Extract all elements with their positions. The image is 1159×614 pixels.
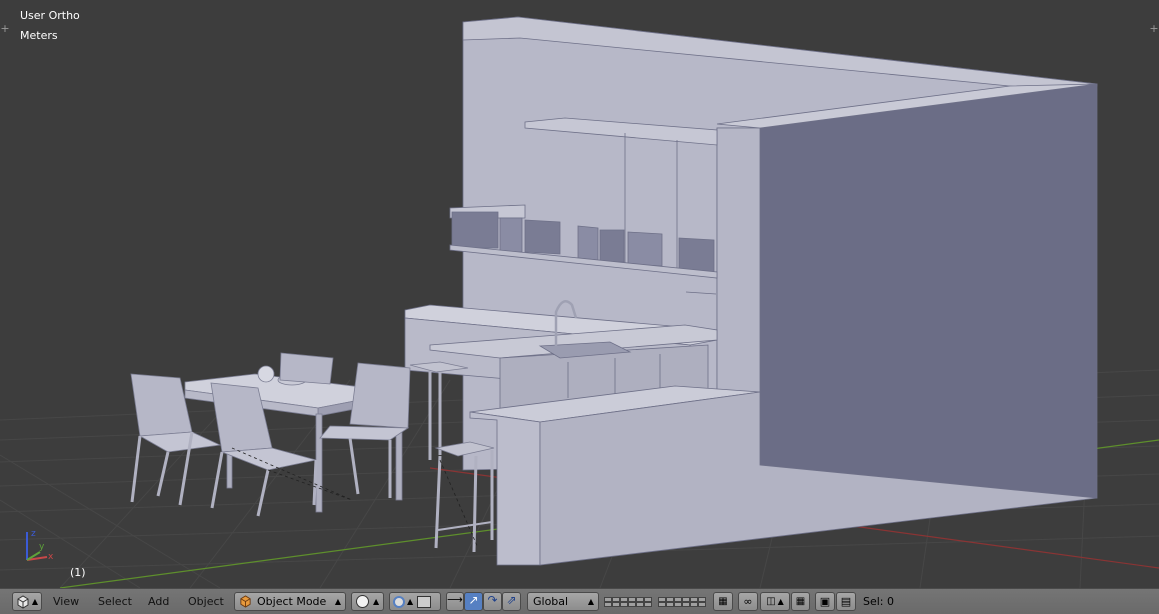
units-label: Meters: [20, 29, 58, 42]
editor-type-selector[interactable]: ▲︎: [12, 592, 42, 611]
orientation-label: Global: [533, 595, 569, 608]
properties-toggle-icon[interactable]: +: [1149, 22, 1159, 36]
camera-icon: ▣: [819, 595, 831, 608]
3d-view-header: ▲︎ View Select Add Object Object Mode ▲︎…: [0, 588, 1159, 614]
proportional-editing-button[interactable]: ∞: [738, 592, 758, 611]
layer-grid[interactable]: [658, 596, 708, 607]
teapot: [257, 365, 275, 383]
snap-target-icon: ▦: [795, 596, 806, 607]
chevron-updown-icon: ▲︎: [31, 597, 39, 606]
3d-viewport[interactable]: User Ortho Meters (1) z x y + +: [0, 0, 1159, 588]
chevron-updown-icon: ▲︎: [407, 597, 414, 606]
pivot-point-selector[interactable]: ▲︎: [389, 592, 441, 611]
manipulator-toggle-icon[interactable]: ⟶: [446, 592, 464, 611]
gizmo-y-label: y: [39, 542, 45, 552]
render-animation-button[interactable]: ▤: [836, 592, 856, 611]
menu-add[interactable]: Add: [148, 592, 169, 611]
orange-cube-icon: [240, 595, 251, 608]
chevron-updown-icon: ▲︎: [334, 597, 341, 606]
view-name-label: User Ortho: [20, 9, 80, 22]
frame-number-label: (1): [70, 566, 86, 579]
lock-camera-button[interactable]: ▦: [713, 592, 733, 611]
rotate-arc-icon[interactable]: ↷: [483, 592, 502, 611]
chevron-updown-icon: ▲︎: [777, 597, 784, 606]
viewport-shading-selector[interactable]: ▲︎: [351, 592, 384, 611]
layer-buttons-group-2[interactable]: [658, 592, 708, 611]
manipulator-group: ⟶ ↗ ↷ ⇗: [446, 592, 526, 611]
gizmo-z-label: z: [31, 529, 36, 539]
translate-arrow-icon[interactable]: ↗: [464, 592, 483, 611]
snap-element-selector[interactable]: ◫ ▲︎: [760, 592, 790, 611]
selection-status: Sel: 0: [863, 595, 895, 608]
mode-label: Object Mode: [257, 595, 327, 608]
3d-view-cube-icon: [17, 594, 29, 609]
magnet-icon: ◫: [766, 596, 776, 607]
menu-object[interactable]: Object: [188, 592, 224, 611]
manipulate-center-icon[interactable]: [417, 595, 432, 608]
layer-grid[interactable]: [604, 596, 654, 607]
chevron-updown-icon: ▲︎: [373, 597, 380, 606]
gizmo-x-label: x: [48, 552, 54, 562]
render-opengl-button[interactable]: ▣: [815, 592, 835, 611]
clapperboard-icon: ▤: [840, 595, 852, 608]
viewport-scene[interactable]: [0, 0, 1159, 588]
lock-icon: ▦: [718, 596, 728, 607]
solid-sphere-icon: [356, 595, 369, 608]
pivot-point-icon: [393, 595, 405, 608]
mode-selector[interactable]: Object Mode ▲︎: [234, 592, 346, 611]
menu-view[interactable]: View: [53, 592, 79, 611]
menu-select[interactable]: Select: [98, 592, 132, 611]
chevron-updown-icon: ▲︎: [587, 597, 594, 606]
proportional-icon: ∞: [743, 595, 753, 608]
transform-orientation-selector[interactable]: Global ▲︎: [527, 592, 599, 611]
layer-buttons-group-1[interactable]: [604, 592, 654, 611]
tool-shelf-toggle-icon[interactable]: +: [0, 22, 10, 36]
snap-target-button[interactable]: ▦: [791, 592, 810, 611]
scale-icon[interactable]: ⇗: [502, 592, 521, 611]
